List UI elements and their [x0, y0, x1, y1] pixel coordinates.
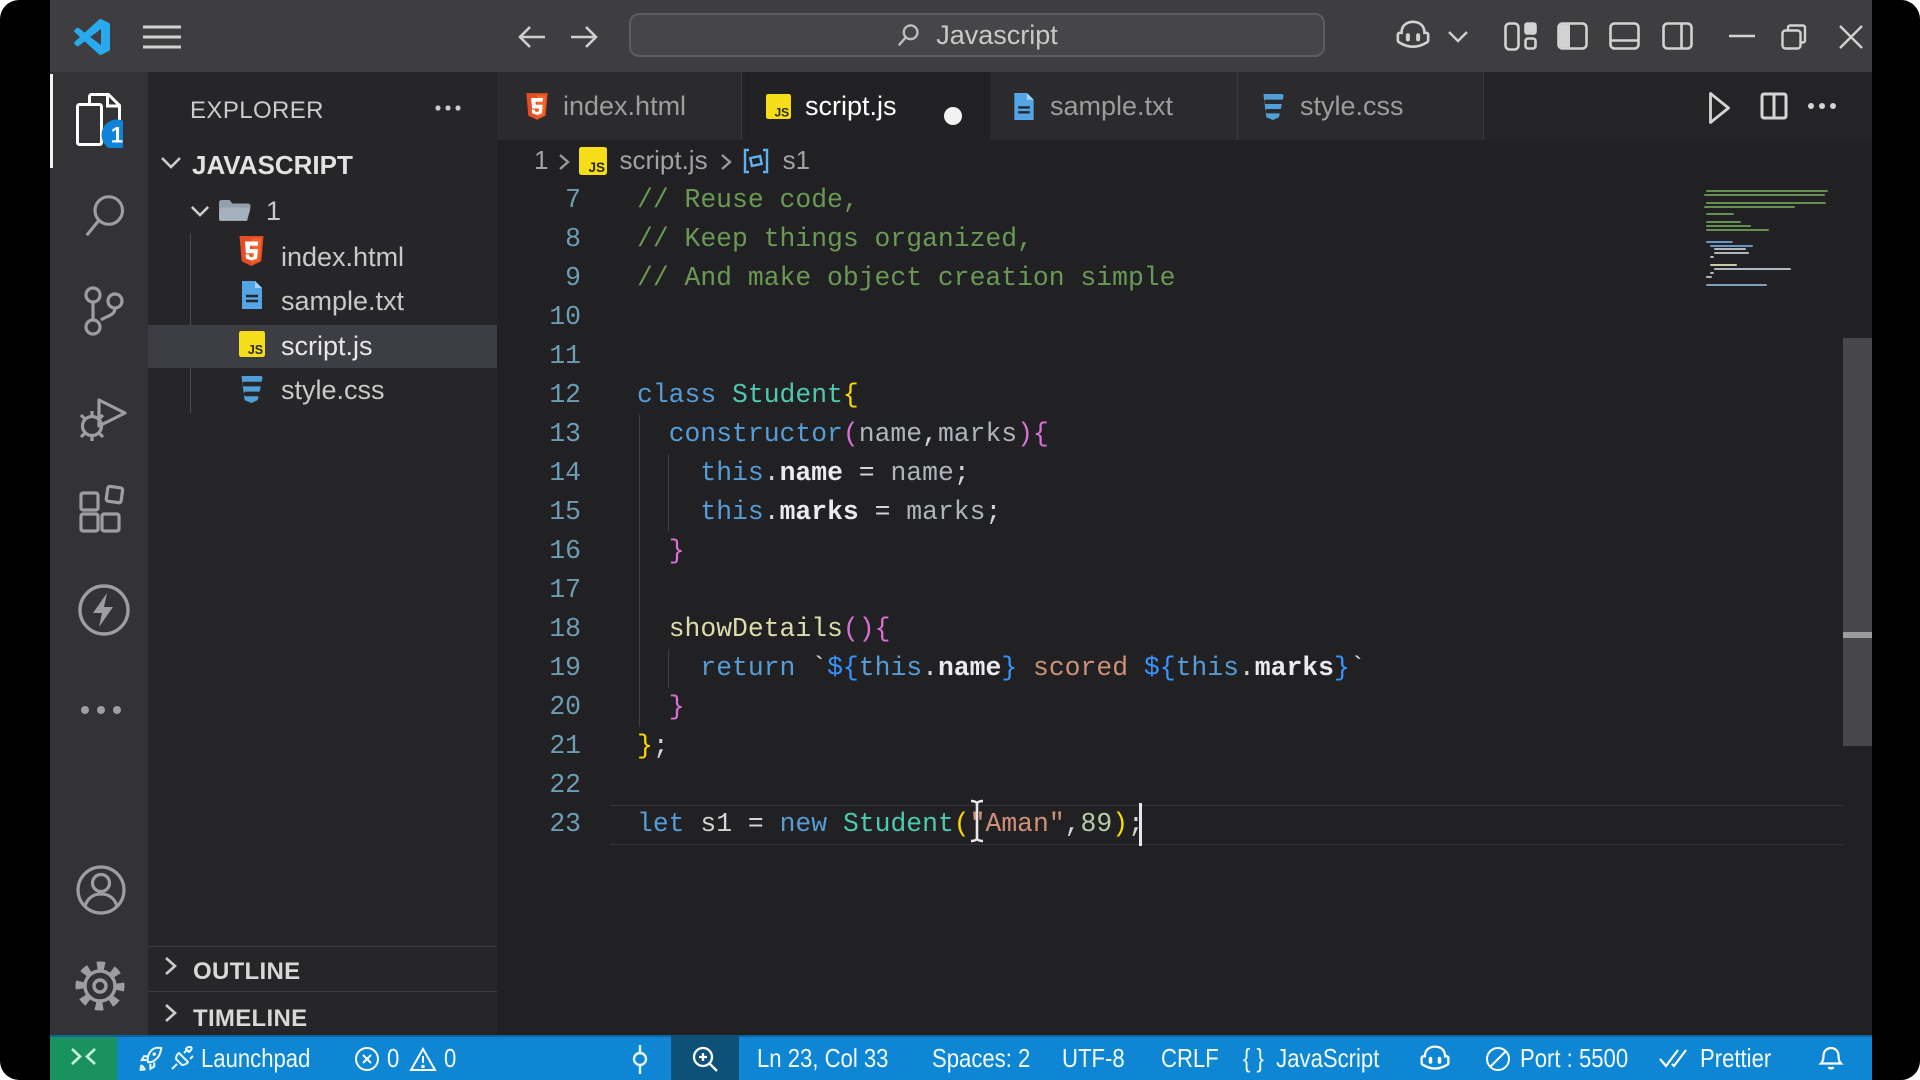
svg-text:1: 1	[111, 123, 123, 148]
svg-text:JS: JS	[248, 343, 263, 357]
svg-text:JS: JS	[589, 160, 606, 175]
svg-text:JS: JS	[774, 105, 789, 119]
